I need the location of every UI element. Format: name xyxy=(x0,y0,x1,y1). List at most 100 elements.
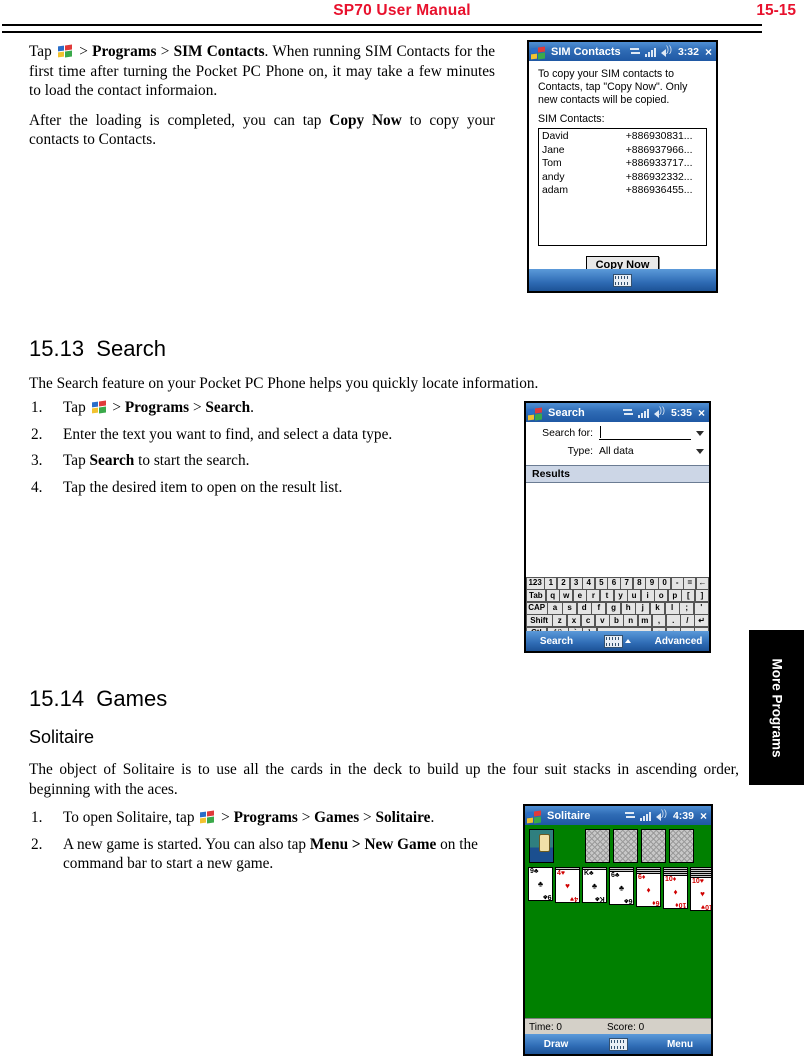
results-list-empty[interactable] xyxy=(526,483,709,577)
key-c[interactable]: c xyxy=(580,614,596,627)
foundation-pile[interactable] xyxy=(669,829,694,863)
key-'[interactable]: ' xyxy=(693,601,709,615)
key-;[interactable]: ; xyxy=(679,601,695,615)
key-x[interactable]: x xyxy=(566,614,582,627)
key-←[interactable]: ← xyxy=(695,576,709,590)
chevron-down-icon[interactable] xyxy=(696,449,704,454)
signal-strength-icon[interactable] xyxy=(637,407,650,418)
key-d[interactable]: d xyxy=(576,601,592,615)
key-4[interactable]: 4 xyxy=(582,576,596,590)
key-][interactable]: ] xyxy=(694,589,709,602)
key-123[interactable]: 123 xyxy=(526,576,545,590)
connectivity-icon[interactable] xyxy=(629,46,641,57)
key-o[interactable]: o xyxy=(654,589,669,602)
close-icon[interactable]: × xyxy=(698,407,707,419)
key-i[interactable]: i xyxy=(640,589,655,602)
signal-strength-icon[interactable] xyxy=(639,810,652,821)
key-k[interactable]: k xyxy=(649,601,665,615)
key-l[interactable]: l xyxy=(664,601,680,615)
key-1[interactable]: 1 xyxy=(544,576,558,590)
soft-keyboard-toggle[interactable] xyxy=(587,634,648,648)
key-[[interactable]: [ xyxy=(681,589,696,602)
tableau-column[interactable]: 4♥ ♥ 4♥ xyxy=(555,867,580,911)
face-up-card[interactable]: 4♥ ♥ 4♥ xyxy=(555,869,580,903)
key-8[interactable]: 8 xyxy=(632,576,646,590)
key-CAP[interactable]: CAP xyxy=(526,601,548,615)
key-/[interactable]: / xyxy=(680,614,695,627)
list-item[interactable]: David +886930831... xyxy=(539,130,706,144)
list-item[interactable]: adam +886936455... xyxy=(539,184,706,198)
chevron-up-icon[interactable] xyxy=(625,639,631,643)
chevron-down-icon[interactable] xyxy=(696,430,704,436)
key-f[interactable]: f xyxy=(591,601,607,615)
start-menu-icon[interactable] xyxy=(528,406,544,420)
speaker-volume-icon[interactable] xyxy=(655,808,668,821)
foundation-pile[interactable] xyxy=(585,829,610,863)
key-3[interactable]: 3 xyxy=(569,576,583,590)
close-icon[interactable]: × xyxy=(700,810,709,822)
tableau-column[interactable]: 10♦ ♦ 10♦ xyxy=(663,867,688,911)
key-s[interactable]: s xyxy=(562,601,578,615)
face-up-card[interactable]: 10♦ ♦ 10♦ xyxy=(663,875,688,909)
list-item[interactable]: Tom +886933717... xyxy=(539,157,706,171)
key-n[interactable]: n xyxy=(623,614,639,627)
signal-strength-icon[interactable] xyxy=(644,46,657,57)
key-p[interactable]: p xyxy=(667,589,682,602)
key-Shift[interactable]: Shift xyxy=(526,614,553,627)
soft-keyboard-icon[interactable] xyxy=(604,634,623,648)
speaker-volume-icon[interactable] xyxy=(653,405,666,418)
key-y[interactable]: y xyxy=(613,589,628,602)
key-Tab[interactable]: Tab xyxy=(526,589,547,602)
key-q[interactable]: q xyxy=(545,589,560,602)
face-up-card[interactable]: K♣ ♣ K♣ xyxy=(582,869,607,903)
search-input[interactable] xyxy=(599,426,691,440)
key--[interactable]: - xyxy=(670,576,684,590)
list-item[interactable]: andy +886932332... xyxy=(539,171,706,185)
tableau-column[interactable]: K♣ ♣ K♣ xyxy=(582,867,607,911)
waste-pile-empty[interactable] xyxy=(557,829,582,863)
key-w[interactable]: w xyxy=(559,589,574,602)
soft-keyboard-toggle[interactable] xyxy=(587,1037,649,1051)
sim-contacts-list[interactable]: David +886930831... Jane +886937966... T… xyxy=(538,128,707,246)
key-t[interactable]: t xyxy=(599,589,615,602)
tableau-column[interactable]: 6♣ ♣ 6♣ xyxy=(609,867,634,911)
search-command-button[interactable]: Search xyxy=(526,636,587,647)
key-0[interactable]: 0 xyxy=(658,576,672,590)
key-v[interactable]: v xyxy=(594,614,610,627)
key-7[interactable]: 7 xyxy=(620,576,634,590)
connectivity-icon[interactable] xyxy=(624,810,636,821)
key-b[interactable]: b xyxy=(609,614,624,627)
tableau-column[interactable]: 10♥ ♥ 10♥ xyxy=(690,867,711,911)
start-menu-icon[interactable] xyxy=(531,45,547,59)
foundation-pile[interactable] xyxy=(613,829,638,863)
draw-command-button[interactable]: Draw xyxy=(525,1039,587,1050)
key-m[interactable]: m xyxy=(637,614,653,627)
face-up-card[interactable]: 9♣ ♣ 9♣ xyxy=(528,867,553,901)
connectivity-icon[interactable] xyxy=(622,407,634,418)
soft-keyboard-icon[interactable] xyxy=(608,1037,628,1051)
list-item[interactable]: Jane +886937966... xyxy=(539,144,706,158)
start-menu-icon[interactable] xyxy=(527,809,543,823)
key-2[interactable]: 2 xyxy=(556,576,571,590)
stock-pile[interactable] xyxy=(529,829,554,863)
close-icon[interactable]: × xyxy=(705,46,714,58)
key-,[interactable]: , xyxy=(651,614,667,627)
key-u[interactable]: u xyxy=(627,589,642,602)
type-select-value[interactable]: All data xyxy=(599,445,691,458)
key-=[interactable]: = xyxy=(683,576,697,590)
clock[interactable]: 3:32 xyxy=(678,46,699,58)
key-h[interactable]: h xyxy=(620,601,636,615)
face-up-card[interactable]: 10♥ ♥ 10♥ xyxy=(690,877,711,911)
solitaire-board[interactable]: 9♣ ♣ 9♣ 4♥ ♥ 4♥ K♣ ♣ K♣ 6♣ ♣ 6♣ 6♦ ♦ 6♦ 10♦ ♦ 10♦ 10♥ ♥ 10♥ xyxy=(525,825,711,1018)
key-9[interactable]: 9 xyxy=(645,576,659,590)
key-z[interactable]: z xyxy=(552,614,568,627)
key-6[interactable]: 6 xyxy=(607,576,621,590)
soft-keyboard-icon[interactable] xyxy=(613,273,632,287)
menu-command-button[interactable]: Menu xyxy=(649,1039,711,1050)
clock[interactable]: 5:35 xyxy=(671,407,692,419)
face-up-card[interactable]: 6♦ ♦ 6♦ xyxy=(636,873,661,907)
foundation-pile[interactable] xyxy=(641,829,666,863)
face-up-card[interactable]: 6♣ ♣ 6♣ xyxy=(609,871,634,905)
key-e[interactable]: e xyxy=(572,589,587,602)
tableau-column[interactable]: 9♣ ♣ 9♣ xyxy=(528,867,553,911)
